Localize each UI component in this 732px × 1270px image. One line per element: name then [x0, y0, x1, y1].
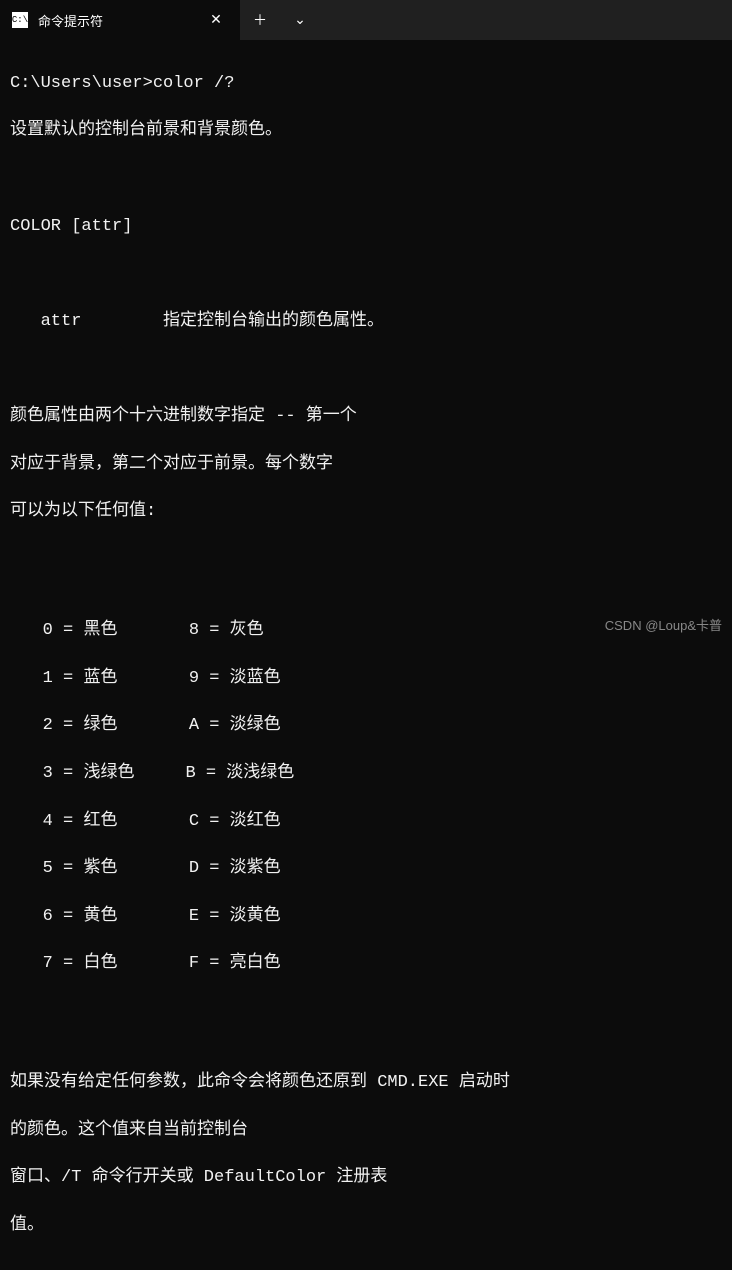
titlebar: C:\ 命令提示符 ✕ ＋ ⌄ [0, 0, 732, 40]
close-icon[interactable]: ✕ [204, 8, 228, 32]
color-row: 1 = 蓝色 9 = 淡蓝色 [43, 667, 722, 691]
color-row: 2 = 绿色 A = 淡绿色 [43, 714, 722, 738]
attr-desc: 指定控制台输出的颜色属性。 [81, 312, 384, 331]
help-para2-l3: 可以为以下任何值: [10, 500, 722, 524]
new-tab-button[interactable]: ＋ [240, 0, 280, 40]
watermark: CSDN @Loup&卡普 [605, 615, 722, 634]
cmd-icon: C:\ [12, 12, 28, 28]
attr-label: attr [10, 312, 81, 331]
color-row: 6 = 黄色 E = 淡黄色 [43, 905, 722, 929]
color-row: 5 = 紫色 D = 淡紫色 [43, 857, 722, 881]
color-row: 4 = 红色 C = 淡红色 [43, 810, 722, 834]
tab-dropdown-button[interactable]: ⌄ [280, 0, 320, 40]
help-para3-l2: 的颜色。这个值来自当前控制台 [10, 1119, 722, 1143]
help-para2-l2: 对应于背景，第二个对应于前景。每个数字 [10, 453, 722, 477]
prompt: C:\Users\user> [10, 74, 153, 93]
tab-title: 命令提示符 [38, 11, 174, 30]
help-para3-l1: 如果没有给定任何参数，此命令会将颜色还原到 CMD.EXE 启动时 [10, 1071, 722, 1095]
syntax-line: COLOR [attr] [10, 215, 722, 239]
help-para3-l4: 值。 [10, 1214, 722, 1238]
color-row: 3 = 浅绿色 B = 淡浅绿色 [43, 762, 722, 786]
help-para2-l1: 颜色属性由两个十六进制数字指定 -- 第一个 [10, 405, 722, 429]
terminal-output: C:\Users\user>color /? 设置默认的控制台前景和背景颜色。 … [0, 40, 732, 1270]
help-description: 设置默认的控制台前景和背景颜色。 [10, 119, 722, 143]
color-row: 7 = 白色 F = 亮白色 [43, 952, 722, 976]
help-para3-l3: 窗口、/T 命令行开关或 DefaultColor 注册表 [10, 1166, 722, 1190]
command: color /? [153, 74, 235, 93]
color-table: 0 = 黑色 8 = 灰色 1 = 蓝色 9 = 淡蓝色 2 = 绿色 A = … [43, 595, 722, 1000]
tab[interactable]: C:\ 命令提示符 ✕ [0, 0, 240, 40]
